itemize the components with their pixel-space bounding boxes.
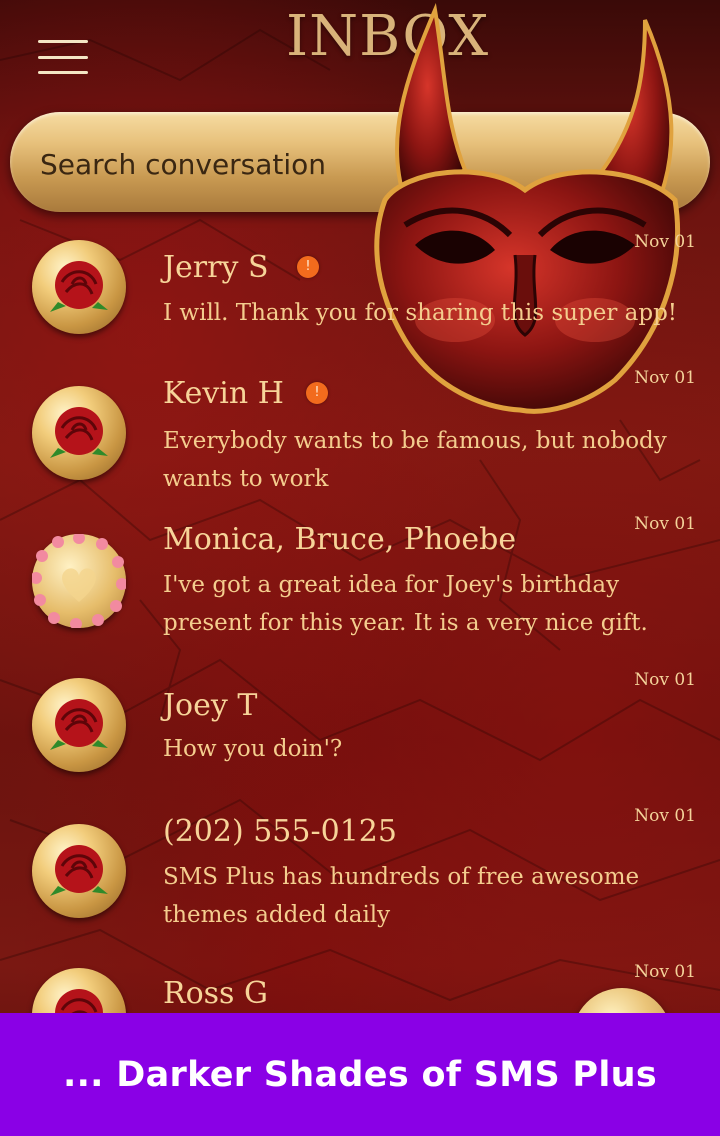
hamburger-menu-icon[interactable] [38,40,88,74]
message-date: Nov 01 [634,670,696,690]
message-date: Nov 01 [634,368,696,388]
search-bar[interactable]: Search conversation [10,112,710,212]
conversation-item-group[interactable]: Monica, Bruce, Phoebe Nov 01 I've got a … [0,514,720,664]
message-date: Nov 01 [634,514,696,534]
rose-icon [55,989,103,1013]
top-bar: INBOX [0,0,720,100]
rose-icon [50,261,108,312]
contact-name: Joey T [163,688,258,723]
page-title: INBOX [286,4,490,69]
avatar [32,534,126,628]
avatar [32,386,126,480]
conversation-item-kevin-h[interactable]: Kevin H ! Nov 01 Everybody wants to be f… [0,368,720,508]
contact-name: Kevin H [163,376,284,411]
avatar [32,678,126,772]
banner-text: ... Darker Shades of SMS Plus [62,1054,658,1095]
message-date: Nov 01 [634,962,696,982]
avatar [32,824,126,918]
unread-badge: ! [297,256,319,278]
message-preview: Everybody wants to be famous, but nobody… [163,428,667,492]
conversation-item-phone-number[interactable]: (202) 555-0125 Nov 01 SMS Plus has hundr… [0,806,720,956]
message-preview: How you doin'? [163,736,343,762]
message-preview: SMS Plus has hundreds of free awesome th… [163,864,640,928]
rose-icon [50,699,108,750]
contact-name: (202) 555-0125 [163,814,397,849]
message-date: Nov 01 [634,232,696,252]
avatar [32,240,126,334]
message-preview: I've got a great idea for Joey's birthda… [163,572,648,636]
contact-name: Monica, Bruce, Phoebe [163,522,517,557]
conversation-item-jerry-s[interactable]: Jerry S ! Nov 01 I will. Thank you for s… [0,232,720,362]
promo-banner: ... Darker Shades of SMS Plus [0,1013,720,1136]
conversation-item-joey-t[interactable]: Joey T Nov 01 How you doin'? [0,670,720,800]
message-date: Nov 01 [634,806,696,826]
heart-wreath-icon [32,534,126,628]
contact-name: Ross G [163,976,268,1011]
rose-icon [50,407,108,458]
avatar [32,968,126,1013]
search-input[interactable]: Search conversation [40,148,326,181]
unread-badge: ! [306,382,328,404]
rose-icon [50,845,108,896]
contact-name: Jerry S [163,250,269,285]
message-preview: I will. Thank you for sharing this super… [163,300,678,326]
